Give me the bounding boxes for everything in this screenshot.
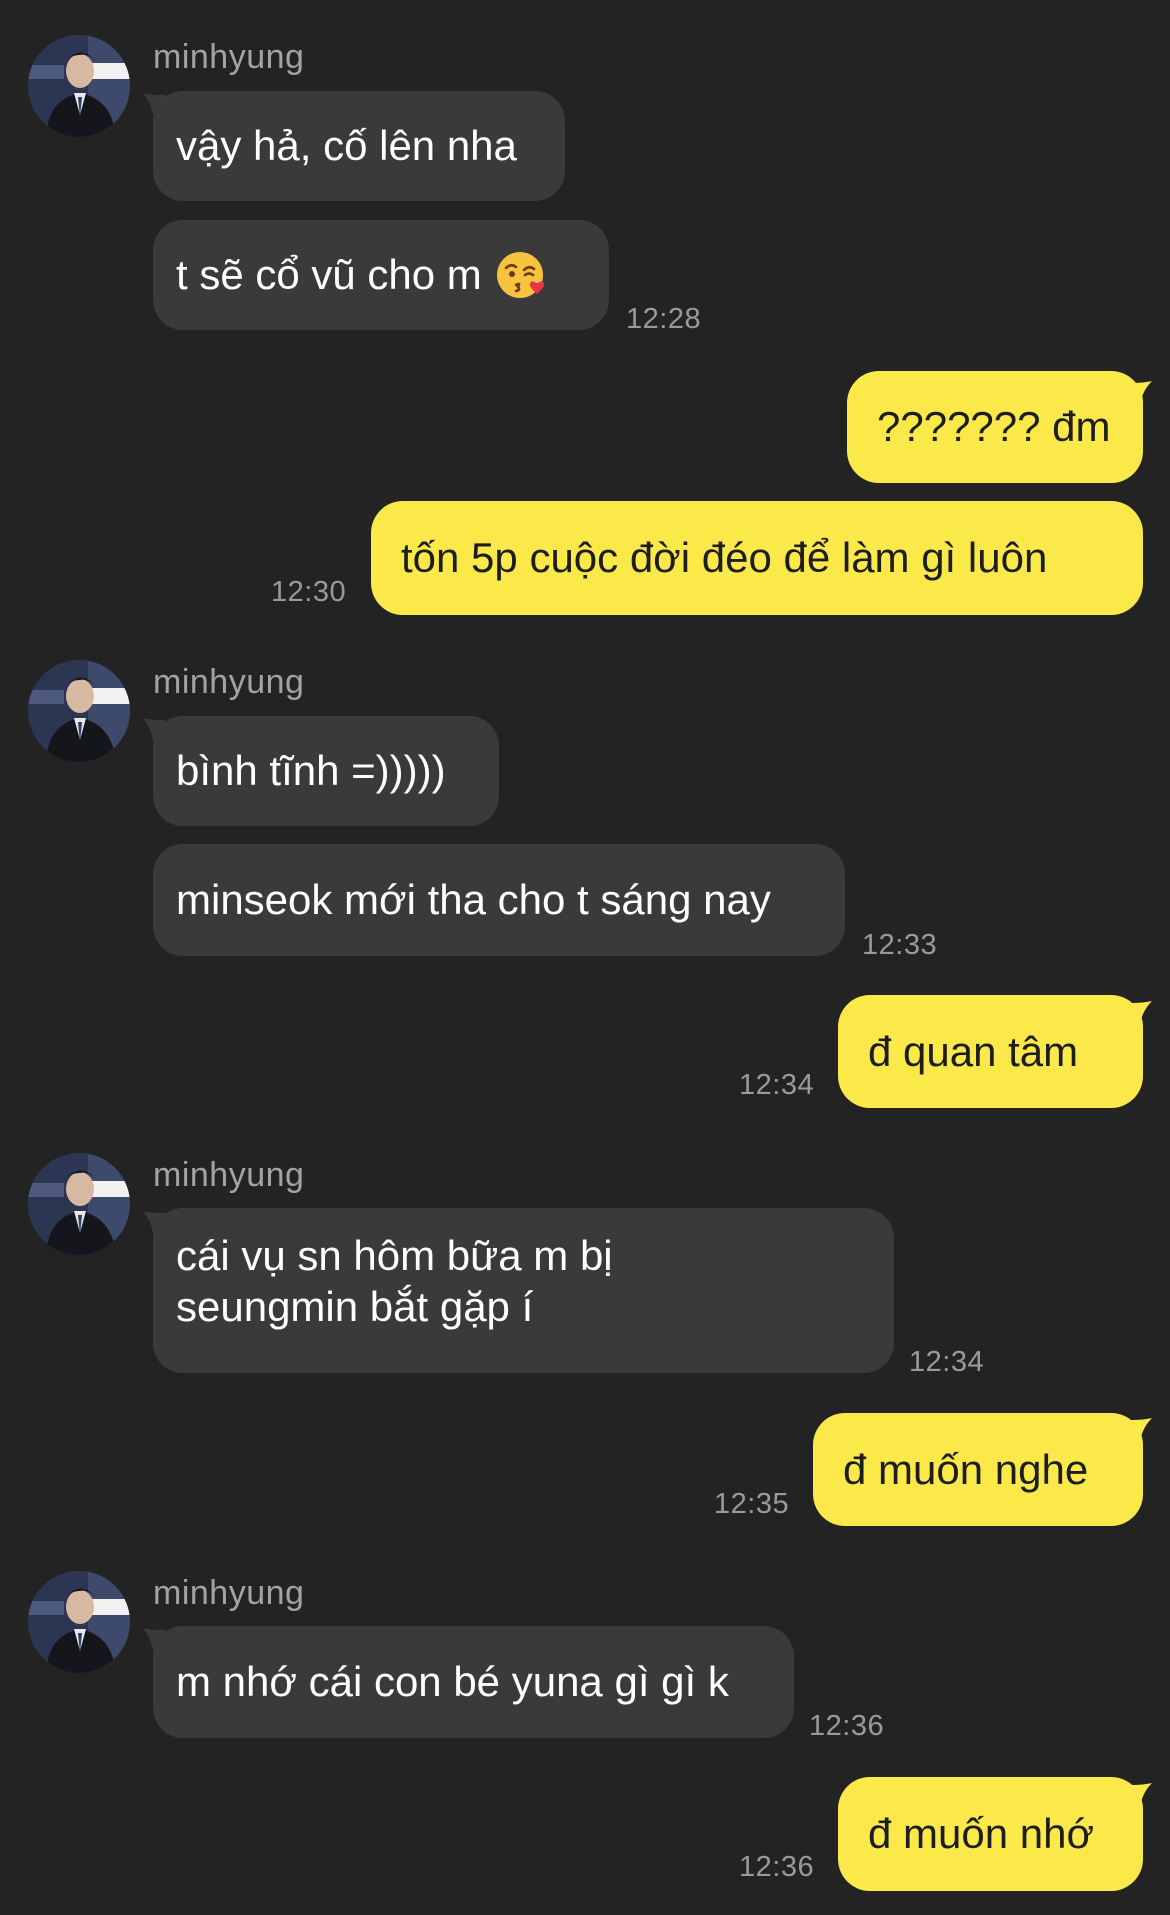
message-text: cái vụ sn hôm bữa m bị seungmin bắt gặp … bbox=[176, 1232, 613, 1330]
timestamp: 12:28 bbox=[626, 303, 702, 335]
message-text: t sẽ cổ vũ cho m bbox=[176, 251, 482, 298]
message-bubble-incoming[interactable]: t sẽ cổ vũ cho m bbox=[153, 220, 609, 330]
message-bubble-incoming[interactable]: cái vụ sn hôm bữa m bị seungmin bắt gặp … bbox=[153, 1208, 894, 1373]
timestamp: 12:36 bbox=[809, 1710, 885, 1742]
message-text: tốn 5p cuộc đời đéo để làm gì luôn bbox=[401, 534, 1048, 581]
timestamp: 12:34 bbox=[739, 1069, 815, 1101]
message-text: ??????? đm bbox=[877, 403, 1111, 450]
timestamp: 12:36 bbox=[739, 1851, 815, 1883]
kissing-face-with-heart-emoji bbox=[496, 252, 544, 298]
avatar[interactable] bbox=[28, 1153, 130, 1255]
sender-name: minhyung bbox=[153, 663, 305, 701]
avatar[interactable] bbox=[28, 660, 130, 762]
timestamp: 12:34 bbox=[909, 1346, 985, 1378]
timestamp: 12:30 bbox=[271, 576, 347, 608]
avatar[interactable] bbox=[28, 35, 130, 137]
message-text: đ muốn nhớ bbox=[868, 1810, 1095, 1857]
timestamp: 12:33 bbox=[862, 929, 938, 961]
message-bubble-outgoing[interactable]: ??????? đm bbox=[847, 371, 1143, 483]
sender-name: minhyung bbox=[153, 38, 305, 76]
message-text: m nhớ cái con bé yuna gì gì k bbox=[176, 1658, 729, 1705]
avatar[interactable] bbox=[28, 1571, 130, 1673]
message-bubble-incoming[interactable]: bình tĩnh =))))) bbox=[153, 716, 499, 826]
message-bubble-incoming[interactable]: m nhớ cái con bé yuna gì gì k bbox=[153, 1626, 794, 1738]
message-bubble-outgoing[interactable]: đ quan tâm bbox=[838, 995, 1143, 1108]
message-text: minseok mới tha cho t sáng nay bbox=[176, 876, 771, 923]
message-bubble-incoming[interactable]: vậy hả, cố lên nha bbox=[153, 91, 565, 201]
message-bubble-outgoing[interactable]: đ muốn nghe bbox=[813, 1413, 1143, 1526]
message-text: vậy hả, cố lên nha bbox=[176, 122, 517, 169]
message-bubble-outgoing[interactable]: đ muốn nhớ bbox=[838, 1777, 1143, 1891]
message-text: đ muốn nghe bbox=[843, 1445, 1089, 1493]
message-text: bình tĩnh =))))) bbox=[176, 747, 446, 794]
sender-name: minhyung bbox=[153, 1156, 305, 1194]
message-text: đ quan tâm bbox=[868, 1027, 1079, 1075]
message-bubble-incoming[interactable]: minseok mới tha cho t sáng nay bbox=[153, 844, 845, 956]
message-bubble-outgoing[interactable]: tốn 5p cuộc đời đéo để làm gì luôn bbox=[371, 501, 1143, 615]
timestamp: 12:35 bbox=[714, 1488, 790, 1520]
sender-name: minhyung bbox=[153, 1574, 305, 1612]
